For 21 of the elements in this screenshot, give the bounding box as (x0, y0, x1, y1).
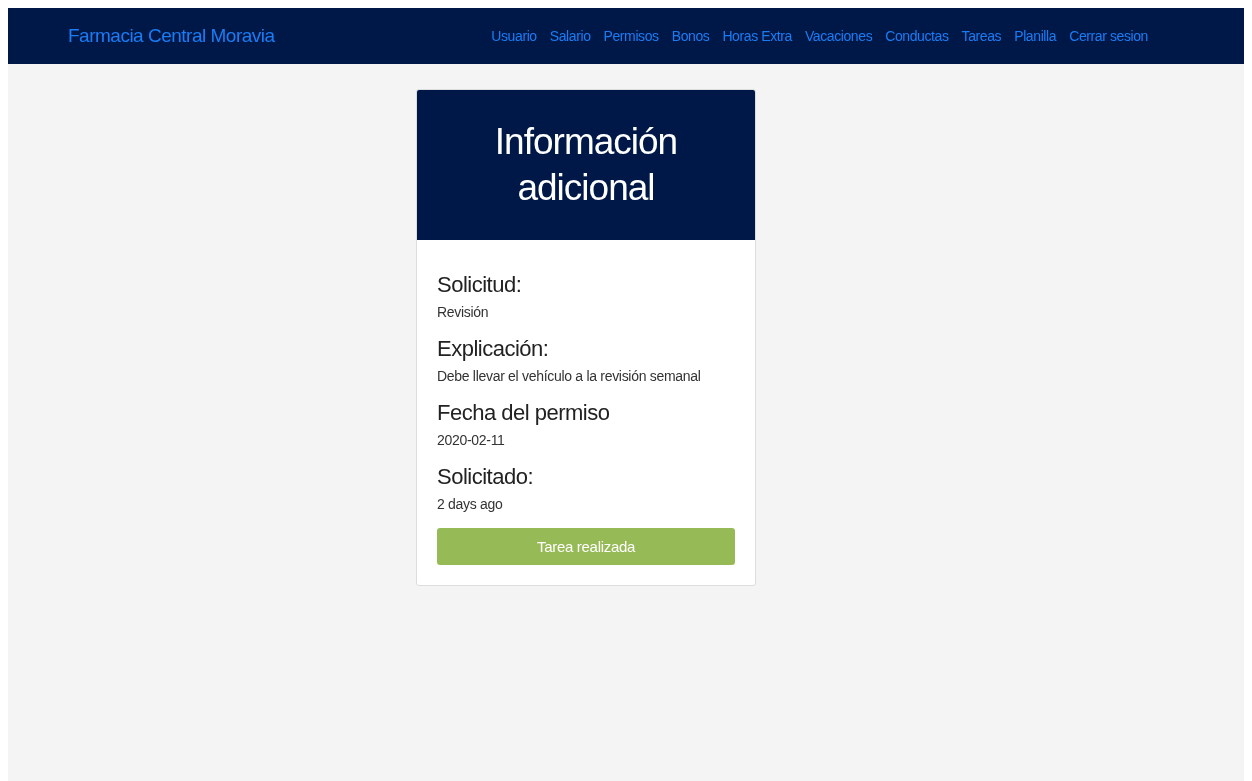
card-title: Información adicional (493, 120, 679, 210)
field-value: Debe llevar el vehículo a la revisión semanal (437, 368, 702, 384)
nav-link[interactable]: Planilla (1014, 28, 1057, 44)
nav-link[interactable]: Tareas (961, 28, 1002, 44)
nav-link[interactable]: Cerrar sesion (1069, 28, 1148, 44)
nav-link[interactable]: Vacaciones (804, 28, 873, 44)
nav-link[interactable]: Horas Extra (722, 28, 792, 44)
nav-link[interactable]: Conductas (885, 28, 949, 44)
field-value: Revisión (437, 304, 490, 320)
field-label: Solicitado: (437, 464, 534, 490)
field-value: 2 days ago (437, 496, 504, 512)
field-value: 2020-02-11 (437, 432, 506, 448)
brand-link[interactable]: Farmacia Central Moravia (68, 25, 275, 47)
task-done-button[interactable]: Tarea realizada (437, 528, 735, 565)
field-label: Fecha del permiso (437, 400, 611, 426)
nav-link[interactable]: Permisos (603, 28, 659, 44)
nav-link[interactable]: Salario (549, 28, 591, 44)
nav-link[interactable]: Bonos (671, 28, 710, 44)
field-label: Solicitud: (437, 272, 523, 298)
nav-link[interactable]: Usuario (491, 28, 537, 44)
field-label: Explicación: (437, 336, 550, 362)
